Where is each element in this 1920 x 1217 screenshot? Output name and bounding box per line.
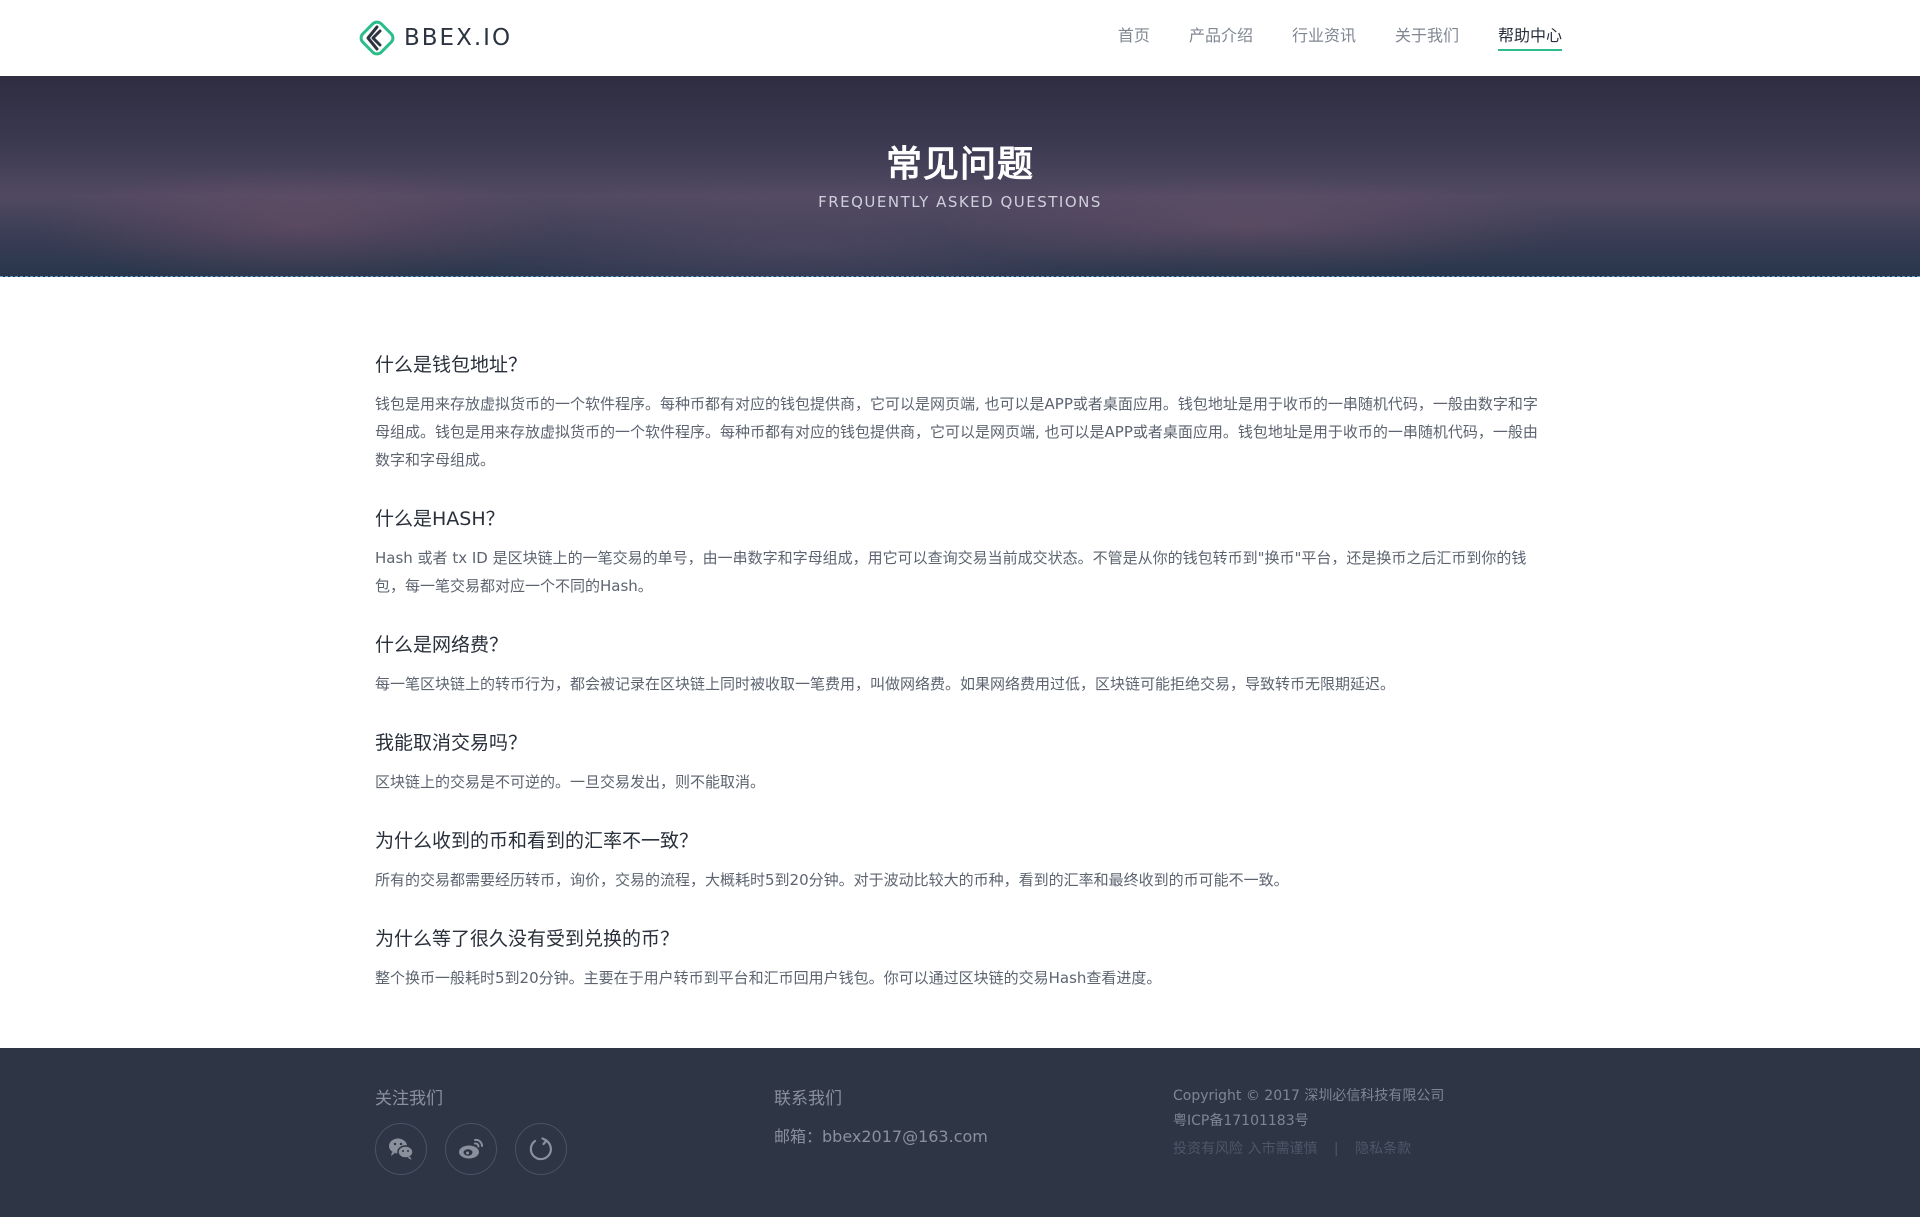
faq-answer: Hash 或者 tx ID 是区块链上的一笔交易的单号，由一串数字和字母组成，用…	[375, 549, 1527, 595]
nav-item-news[interactable]: 行业资讯	[1292, 0, 1356, 76]
nav-item-products[interactable]: 产品介绍	[1189, 0, 1253, 76]
faq-question: 什么是钱包地址？	[375, 354, 528, 376]
faq-list: 什么是钱包地址？ 钱包是用来存放虚拟货币的一个软件程序。每种币都有对应的钱包提供…	[375, 350, 1545, 1022]
faq-answer: 区块链上的交易是不可逆的。一旦交易发出，则不能取消。	[375, 773, 766, 791]
faq-question: 什么是HASH？	[375, 508, 505, 530]
copyright-text: Copyright © 2017 深圳必信科技有限公司	[1173, 1088, 1445, 1104]
footer-separator: |	[1333, 1141, 1339, 1157]
faq-answer: 钱包是用来存放虚拟货币的一个软件程序。每种币都有对应的钱包提供商，它可以是网页端…	[375, 395, 1538, 469]
weibo-button[interactable]	[445, 1123, 497, 1175]
faq-answer: 所有的交易都需要经历转币，询价，交易的流程，大概耗时5到20分钟。对于波动比较大…	[375, 871, 1289, 889]
faq-item: 我能取消交易吗？ 区块链上的交易是不可逆的。一旦交易发出，则不能取消。	[375, 728, 1545, 796]
faq-question: 我能取消交易吗？	[375, 732, 528, 754]
nav-item-about[interactable]: 关于我们	[1395, 0, 1459, 76]
weibo-icon	[459, 1138, 484, 1159]
icp-text: 粤ICP备17101183号	[1173, 1113, 1309, 1129]
top-header: BBEX.IO 首页 产品介绍 行业资讯 关于我们 帮助中心	[0, 0, 1920, 76]
faq-question: 为什么等了很久没有受到兑换的币？	[375, 928, 680, 950]
logo[interactable]: BBEX.IO	[357, 17, 512, 59]
contact-title: 联系我们	[774, 1089, 842, 1109]
page-banner: 常见问题 FREQUENTLY ASKED QUESTIONS	[0, 76, 1920, 277]
wechat-icon	[389, 1138, 414, 1160]
site-footer: 关注我们 联系我们 邮箱：bbex2017@163.com Copyright …	[0, 1048, 1920, 1217]
footer-contact: 联系我们 邮箱：bbex2017@163.com	[774, 1084, 988, 1147]
page-title: 常见问题	[885, 144, 1034, 185]
faq-question: 为什么收到的币和看到的汇率不一致？	[375, 830, 699, 852]
privacy-link[interactable]: 隐私条款	[1355, 1141, 1411, 1157]
footer-follow: 关注我们	[375, 1084, 585, 1175]
refresh-icon	[529, 1137, 552, 1161]
follow-title: 关注我们	[375, 1089, 443, 1109]
main-nav: 首页 产品介绍 行业资讯 关于我们 帮助中心	[1079, 0, 1563, 76]
nav-item-help[interactable]: 帮助中心	[1497, 0, 1563, 76]
faq-item: 为什么收到的币和看到的汇率不一致？ 所有的交易都需要经历转币，询价，交易的流程，…	[375, 826, 1545, 894]
faq-answer: 每一笔区块链上的转币行为，都会被记录在区块链上同时被收取一笔费用，叫做网络费。如…	[375, 675, 1396, 693]
page-subtitle: FREQUENTLY ASKED QUESTIONS	[818, 193, 1102, 211]
footer-legal: Copyright © 2017 深圳必信科技有限公司 粤ICP备1710118…	[1173, 1084, 1444, 1158]
logo-icon	[359, 20, 395, 56]
faq-item: 为什么等了很久没有受到兑换的币？ 整个换币一般耗时5到20分钟。主要在于用户转币…	[375, 924, 1545, 992]
refresh-button[interactable]	[515, 1123, 567, 1175]
faq-question: 什么是网络费？	[375, 634, 509, 656]
faq-item: 什么是HASH？ Hash 或者 tx ID 是区块链上的一笔交易的单号，由一串…	[375, 504, 1545, 600]
social-links	[375, 1123, 585, 1175]
risk-link[interactable]: 投资有风险 入市需谨慎	[1173, 1141, 1317, 1157]
wechat-button[interactable]	[375, 1123, 427, 1175]
logo-text: BBEX.IO	[404, 25, 513, 51]
faq-item: 什么是网络费？ 每一笔区块链上的转币行为，都会被记录在区块链上同时被收取一笔费用…	[375, 630, 1545, 698]
contact-email[interactable]: 邮箱：bbex2017@163.com	[774, 1123, 988, 1147]
faq-answer: 整个换币一般耗时5到20分钟。主要在于用户转币到平台和汇币回用户钱包。你可以通过…	[375, 969, 1162, 987]
footer-links: 投资有风险 入市需谨慎 | 隐私条款	[1173, 1138, 1444, 1158]
nav-item-home[interactable]: 首页	[1118, 0, 1150, 76]
faq-item: 什么是钱包地址？ 钱包是用来存放虚拟货币的一个软件程序。每种币都有对应的钱包提供…	[375, 350, 1545, 474]
